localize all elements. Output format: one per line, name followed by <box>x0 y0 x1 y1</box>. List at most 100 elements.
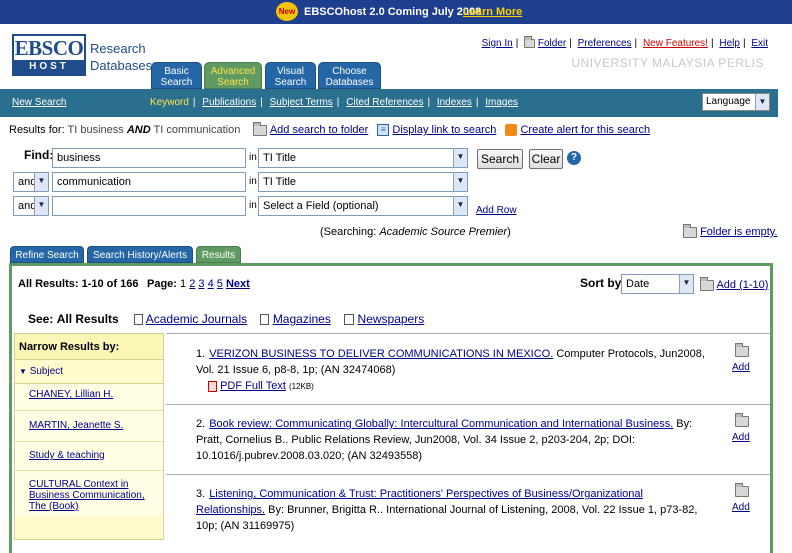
sort-select[interactable]: Date ▼ <box>621 274 694 294</box>
see-filters: See: All Results Academic Journals Magaz… <box>28 312 425 326</box>
display-link-to-search-link[interactable]: Display link to search <box>392 124 496 136</box>
find-label: Find: <box>24 148 54 162</box>
chevron-down-icon: ▼ <box>453 173 467 191</box>
preferences-link[interactable]: Preferences <box>578 38 632 49</box>
facet-item[interactable]: CULTURAL Context in Business Communicati… <box>15 471 163 517</box>
sort-label: Sort by: <box>580 276 626 290</box>
field-select-3[interactable]: Select a Field (optional) ▼ <box>258 196 468 216</box>
announcement-banner: New EBSCOhost 2.0 Coming July 2008 Learn… <box>0 0 792 24</box>
exit-link[interactable]: Exit <box>751 38 768 49</box>
nav-cited-references[interactable]: Cited References <box>346 97 423 108</box>
nav-keyword[interactable]: Keyword <box>150 97 189 108</box>
search-input-2[interactable] <box>52 172 246 192</box>
filter-academic-journals[interactable]: Academic Journals <box>146 312 247 326</box>
institution-name: UNIVERSITY MALAYSIA PERLIS <box>571 56 764 70</box>
tab-refine-search[interactable]: Refine Search <box>10 246 84 263</box>
add-to-folder[interactable]: Add <box>732 413 750 443</box>
tab-basic-search[interactable]: Basic Search <box>151 62 202 89</box>
triangle-down-icon: ▼ <box>19 367 27 376</box>
tab-results[interactable]: Results <box>196 246 241 263</box>
in-label-2: in <box>249 176 257 187</box>
add-to-folder[interactable]: Add <box>732 343 750 373</box>
add-search-to-folder-link[interactable]: Add search to folder <box>270 124 368 136</box>
search-input-3[interactable] <box>52 196 246 216</box>
folder-empty-link[interactable]: Folder is empty. <box>700 226 777 238</box>
ebsco-logo: EBSCO HOST <box>12 34 86 76</box>
nav-indexes[interactable]: Indexes <box>437 97 472 108</box>
page-4-link[interactable]: 4 <box>208 278 214 290</box>
narrow-header: Narrow Results by: <box>15 334 163 360</box>
divider <box>166 333 770 334</box>
help-link[interactable]: Help <box>719 38 740 49</box>
result-title-link[interactable]: Book review: Communicating Globally: Int… <box>209 418 673 430</box>
results-summary: All Results: 1-10 of 166 <box>18 278 139 290</box>
nav-publications[interactable]: Publications <box>202 97 256 108</box>
result-title-link[interactable]: VERIZON BUSINESS TO DELIVER COMMUNICATIO… <box>209 348 553 360</box>
tab-visual-search[interactable]: Visual Search <box>265 62 316 89</box>
top-links: Sign In | Folder | Preferences | New Featur… <box>481 35 768 49</box>
link-icon: ≡ <box>377 124 390 137</box>
in-label-1: in <box>249 152 257 163</box>
chevron-down-icon: ▼ <box>755 94 769 110</box>
help-icon[interactable]: ? <box>567 151 581 165</box>
new-features-link[interactable]: New Features! <box>643 38 708 49</box>
folder-status: Folder is empty. <box>683 223 778 238</box>
pdf-full-text-link[interactable]: PDF Full Text <box>220 380 286 392</box>
new-search-link[interactable]: New Search <box>12 97 66 108</box>
new-badge-icon: New <box>276 2 298 21</box>
field-select-2[interactable]: TI Title ▼ <box>258 172 468 192</box>
page-5-link[interactable]: 5 <box>217 278 223 290</box>
pdf-icon <box>208 380 217 392</box>
banner-text: EBSCOhost 2.0 Coming July 2008 <box>304 6 482 18</box>
add-range-link[interactable]: Add (1-10) <box>716 279 768 291</box>
chevron-down-icon: ▼ <box>453 197 467 215</box>
next-page-link[interactable]: Next <box>226 278 250 290</box>
learn-more-link[interactable]: Learn More <box>463 6 522 18</box>
divider <box>166 404 770 405</box>
nav-images[interactable]: Images <box>485 97 518 108</box>
facet-item[interactable]: MARTIN, Jeanette S. <box>15 411 163 442</box>
add-row-link[interactable]: Add Row <box>476 205 517 216</box>
filter-newspapers[interactable]: Newspapers <box>358 312 425 326</box>
nav-subject-terms[interactable]: Subject Terms <box>270 97 333 108</box>
result-item: 3. Listening, Communication & Trust: Prac… <box>196 488 698 532</box>
nav-bar: New Search Keyword | Publications | Subjec… <box>0 89 778 117</box>
facet-item[interactable]: CHANEY, Lillian H. <box>15 384 163 411</box>
tab-advanced-search[interactable]: Advanced Search <box>204 62 262 89</box>
boolean-select-2[interactable]: and ▼ <box>13 172 49 192</box>
page-1: 1 <box>180 278 187 290</box>
chevron-down-icon: ▼ <box>34 173 48 191</box>
subject-toggle[interactable]: ▼ Subject <box>15 360 163 384</box>
tab-search-history-alerts[interactable]: Search History/Alerts <box>87 246 193 263</box>
page-3-link[interactable]: 3 <box>198 278 204 290</box>
filter-magazines[interactable]: Magazines <box>273 312 331 326</box>
folder-icon <box>735 413 749 427</box>
narrow-results-panel: Narrow Results by: ▼ Subject CHANEY, Lil… <box>14 333 164 540</box>
in-label-3: in <box>249 200 257 211</box>
search-button[interactable]: Search <box>477 149 523 169</box>
create-alert-link[interactable]: Create alert for this search <box>520 124 650 136</box>
tab-choose-databases[interactable]: Choose Databases <box>318 62 381 89</box>
result-item: 1. VERIZON BUSINESS TO DELIVER COMMUNICAT… <box>196 348 705 392</box>
result-item: 2. Book review: Communicating Globally: I… <box>196 418 693 462</box>
folder-icon <box>735 343 749 357</box>
filter-all-results[interactable]: All Results <box>57 312 119 326</box>
clear-button[interactable]: Clear <box>529 149 563 169</box>
page-2-link[interactable]: 2 <box>189 278 195 290</box>
search-input-1[interactable] <box>52 148 246 168</box>
field-select-1[interactable]: TI Title ▼ <box>258 148 468 168</box>
folder-link[interactable]: Folder <box>538 38 566 49</box>
add-to-folder[interactable]: Add <box>732 483 750 513</box>
folder-icon <box>735 483 749 497</box>
folder-icon <box>683 223 697 238</box>
chevron-down-icon: ▼ <box>679 275 693 293</box>
divider <box>166 474 770 475</box>
language-select[interactable]: Language ▼ <box>702 93 770 111</box>
chevron-down-icon: ▼ <box>453 149 467 167</box>
facet-item[interactable]: Study & teaching <box>15 442 163 471</box>
sign-in-link[interactable]: Sign In <box>482 38 513 49</box>
searching-databases-note: (Searching: Academic Source Premier) <box>320 226 511 238</box>
logo-subtitle: Research Databases <box>90 41 153 73</box>
boolean-select-3[interactable]: and ▼ <box>13 196 49 216</box>
results-for-row: Results for: TI business AND TI communic… <box>9 121 651 137</box>
